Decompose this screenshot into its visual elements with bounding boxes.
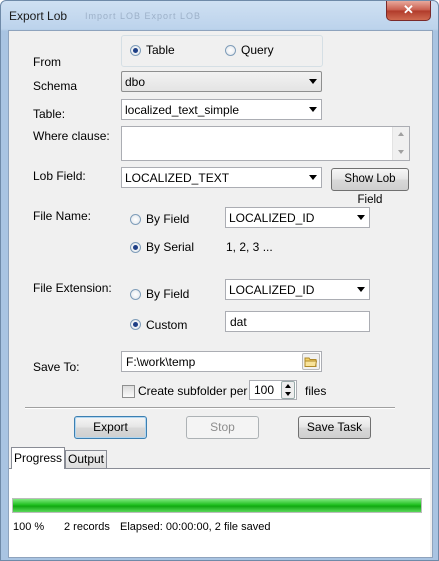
save-task-button[interactable]: Save Task bbox=[298, 416, 371, 439]
file-extension-by-field-label[interactable]: By Field bbox=[146, 287, 189, 301]
subfolder-count-input[interactable]: 100 bbox=[249, 380, 297, 400]
custom-extension-value: dat bbox=[230, 315, 247, 329]
from-radio-group: Table Query bbox=[121, 35, 323, 67]
progress-elapsed: Elapsed: 00:00:00, 2 file saved bbox=[120, 521, 271, 533]
close-button[interactable]: ✕ bbox=[386, 1, 431, 21]
file-name-label: File Name: bbox=[33, 209, 92, 223]
folder-icon bbox=[304, 357, 318, 367]
schema-combo[interactable]: dbo bbox=[121, 71, 322, 92]
from-query-label[interactable]: Query bbox=[241, 43, 274, 57]
custom-extension-input[interactable]: dat bbox=[225, 311, 370, 332]
tab-output[interactable]: Output bbox=[65, 450, 107, 469]
file-name-field-value: LOCALIZED_ID bbox=[229, 211, 315, 225]
where-clause-label: Where clause: bbox=[33, 129, 110, 143]
chevron-down-icon bbox=[357, 215, 365, 220]
table-label: Table: bbox=[33, 107, 66, 121]
title-bar[interactable]: Export Lob Import LOB Export LOB ✕ bbox=[1, 1, 438, 31]
file-extension-field-combo[interactable]: LOCALIZED_ID bbox=[225, 279, 370, 300]
create-subfolder-checkbox[interactable] bbox=[122, 385, 135, 398]
from-table-label[interactable]: Table bbox=[146, 43, 175, 57]
from-table-radio[interactable] bbox=[130, 45, 141, 56]
window-title: Export Lob bbox=[9, 9, 68, 23]
create-subfolder-label[interactable]: Create subfolder per bbox=[138, 384, 247, 398]
file-name-by-field-label[interactable]: By Field bbox=[146, 212, 189, 226]
spin-down-icon[interactable] bbox=[285, 392, 291, 396]
progress-percent: 100 % bbox=[13, 521, 45, 533]
from-query-radio[interactable] bbox=[225, 45, 236, 56]
progress-panel: 100 % 2 records Elapsed: 00:00:00, 2 fil… bbox=[9, 468, 430, 557]
scroll-up-icon[interactable] bbox=[398, 132, 404, 136]
table-value: localized_text_simple bbox=[125, 103, 240, 117]
file-extension-by-field-radio[interactable] bbox=[130, 289, 141, 300]
file-extension-field-value: LOCALIZED_ID bbox=[229, 283, 315, 297]
progress-bar-fill bbox=[13, 499, 421, 512]
where-clause-input[interactable] bbox=[121, 126, 410, 161]
progress-bar bbox=[12, 498, 422, 513]
where-clause-scrollbar[interactable] bbox=[392, 127, 409, 160]
separator bbox=[25, 407, 395, 409]
dialog-client-area: From Table Query Schema dbo Table: local… bbox=[8, 30, 433, 558]
lob-field-value: LOCALIZED_TEXT bbox=[125, 171, 230, 185]
export-lob-window: Export Lob Import LOB Export LOB ✕ From … bbox=[0, 0, 439, 561]
subfolder-count-value: 100 bbox=[254, 383, 275, 397]
export-button[interactable]: Export bbox=[74, 416, 147, 439]
lob-field-label: Lob Field: bbox=[33, 169, 86, 183]
file-extension-custom-radio[interactable] bbox=[130, 319, 141, 330]
scroll-down-icon[interactable] bbox=[398, 150, 404, 154]
table-combo[interactable]: localized_text_simple bbox=[121, 99, 322, 120]
chevron-down-icon bbox=[309, 79, 317, 84]
progress-records: 2 records bbox=[64, 521, 110, 533]
save-to-input[interactable]: F:\work\temp bbox=[121, 351, 322, 372]
spin-up-icon[interactable] bbox=[285, 384, 291, 388]
subfolder-count-spinner[interactable] bbox=[281, 381, 295, 399]
browse-folder-button[interactable] bbox=[302, 353, 320, 370]
background-window-text: Import LOB Export LOB bbox=[85, 11, 202, 21]
save-to-label: Save To: bbox=[33, 360, 80, 374]
chevron-down-icon bbox=[309, 107, 317, 112]
file-name-field-combo[interactable]: LOCALIZED_ID bbox=[225, 207, 370, 228]
file-name-by-field-radio[interactable] bbox=[130, 214, 141, 225]
save-to-value: F:\work\temp bbox=[126, 355, 196, 369]
schema-value: dbo bbox=[125, 75, 146, 89]
file-name-by-serial-radio[interactable] bbox=[130, 242, 141, 253]
file-extension-custom-label[interactable]: Custom bbox=[146, 318, 187, 332]
from-label: From bbox=[33, 55, 61, 69]
lob-field-combo[interactable]: LOCALIZED_TEXT bbox=[121, 167, 322, 188]
chevron-down-icon bbox=[357, 287, 365, 292]
file-extension-label: File Extension: bbox=[33, 281, 112, 295]
show-lob-field-button[interactable]: Show Lob Field bbox=[331, 168, 409, 206]
chevron-down-icon bbox=[309, 175, 317, 180]
file-name-by-serial-label[interactable]: By Serial bbox=[146, 240, 194, 254]
stop-button[interactable]: Stop bbox=[186, 416, 259, 439]
tab-progress[interactable]: Progress bbox=[11, 447, 65, 469]
serial-example-text: 1, 2, 3 ... bbox=[226, 240, 273, 254]
schema-label: Schema bbox=[33, 79, 78, 93]
files-unit-label: files bbox=[305, 384, 327, 398]
